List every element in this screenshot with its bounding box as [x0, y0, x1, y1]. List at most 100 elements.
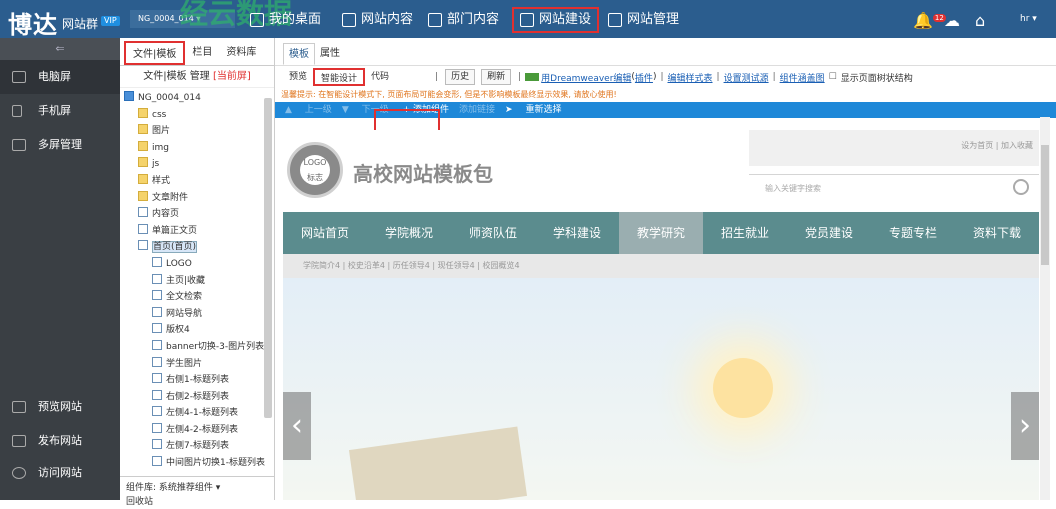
edit-icon: [342, 13, 356, 27]
tree-item[interactable]: 图片: [124, 123, 274, 140]
nav-site-manage[interactable]: 网站管理: [608, 7, 679, 33]
org-icon: [428, 13, 442, 27]
nav-site-build[interactable]: 网站建设: [512, 7, 600, 33]
tab-file-template[interactable]: 文件|模板: [124, 41, 186, 65]
page-icon: [152, 356, 162, 367]
sidebar-collapse[interactable]: ⇐: [0, 38, 120, 60]
tree-item[interactable]: banner切换-3-图片列表: [124, 339, 274, 356]
preview-nav-item[interactable]: 师资队伍: [451, 212, 535, 254]
preview-nav-item[interactable]: 学院概况: [367, 212, 451, 254]
tree-scrollbar[interactable]: [264, 98, 272, 418]
preview-nav-item[interactable]: 招生就业: [703, 212, 787, 254]
tree-item[interactable]: 右侧2-标题列表: [124, 389, 274, 406]
phone-icon: [12, 105, 22, 117]
cloud-icon[interactable]: ☁: [944, 11, 960, 30]
tree-item[interactable]: 内容页: [124, 206, 274, 223]
history-button[interactable]: 历史: [445, 69, 476, 85]
school-logo: LOGO 标志: [287, 142, 343, 198]
prev-level[interactable]: ▲ 上一级: [285, 102, 332, 118]
tree-item[interactable]: LOGO: [124, 256, 274, 273]
tree-item[interactable]: 单篇正文页: [124, 223, 274, 240]
tree-item[interactable]: 左侧4-2-标题列表: [124, 422, 274, 439]
tree-item[interactable]: 学生图片: [124, 356, 274, 373]
dreamweaver-link[interactable]: 用Dreamweaver编辑: [541, 71, 631, 84]
sidebar-item-publish[interactable]: 发布网站: [0, 424, 120, 458]
sidebar-item-mobile[interactable]: 手机屏: [0, 94, 120, 128]
page-icon: [152, 422, 162, 433]
nav-content[interactable]: 网站内容: [342, 7, 413, 33]
preview-nav-item[interactable]: 资料下载: [955, 212, 1039, 254]
page-icon: [152, 306, 162, 317]
sidebar-item-multi[interactable]: 多屏管理: [0, 128, 120, 162]
plugin-link[interactable]: 插件: [635, 71, 653, 84]
page-icon: [152, 323, 162, 334]
map-link[interactable]: 组件涵盖图: [780, 71, 825, 84]
page-icon: [152, 456, 162, 467]
monitor-icon: [124, 91, 134, 101]
banner-next-icon[interactable]: ›: [1011, 392, 1039, 460]
test-env-link[interactable]: 设置测试源: [724, 71, 769, 84]
preview-mode[interactable]: 预览: [283, 68, 313, 86]
tree-item[interactable]: 中间图片切换1-标题列表: [124, 455, 274, 472]
folder-icon: [138, 107, 148, 118]
preview-nav-item[interactable]: 党员建设: [787, 212, 871, 254]
search-icon[interactable]: [1013, 179, 1029, 195]
page-icon: [152, 290, 162, 301]
page-icon: [152, 389, 162, 400]
tab-column[interactable]: 栏目: [185, 41, 219, 65]
sidebar-item-visit[interactable]: 访问网站: [0, 456, 120, 490]
preview-nav-item[interactable]: 学科建设: [535, 212, 619, 254]
preview-nav-item[interactable]: 教学研究: [619, 212, 703, 254]
tree-item[interactable]: img: [124, 140, 274, 157]
tree-item[interactable]: 右侧1-标题列表: [124, 372, 274, 389]
page-icon: [152, 273, 162, 284]
tree-item[interactable]: css: [124, 107, 274, 124]
smart-design-mode[interactable]: 智能设计: [313, 68, 366, 86]
tree-item[interactable]: js: [124, 156, 274, 173]
nav-desktop[interactable]: 我的桌面: [250, 7, 321, 33]
component-library[interactable]: 组件库: 系统推荐组件 ▾ 回收站: [120, 476, 275, 507]
tree-item[interactable]: 左侧4-1-标题列表: [124, 405, 274, 422]
tree-item[interactable]: 左侧7-标题列表: [124, 438, 274, 455]
shirt-icon[interactable]: ⌂: [975, 11, 985, 30]
folder-icon: [138, 140, 148, 151]
tree-item[interactable]: 网站导航: [124, 306, 274, 323]
tree-item[interactable]: 样式: [124, 173, 274, 190]
tree-item[interactable]: NG_0004_014: [124, 90, 274, 107]
reselect-button[interactable]: ➤ 重新选择: [505, 102, 561, 118]
folder-icon: [138, 124, 148, 135]
top-links[interactable]: 设为首页 | 加入收藏: [961, 140, 1033, 151]
sidebar-item-pc[interactable]: 电脑屏: [0, 60, 120, 94]
refresh-button[interactable]: 刷新: [481, 69, 512, 85]
editor-scrollbar[interactable]: [1040, 117, 1050, 500]
show-tree-checkbox[interactable]: 显示页面树状结构: [841, 71, 913, 84]
preview-nav-item[interactable]: 专题专栏: [871, 212, 955, 254]
bell-icon[interactable]: 🔔 12: [913, 11, 946, 30]
preview-nav-item[interactable]: 网站首页: [283, 212, 367, 254]
vip-badge: VIP: [101, 16, 120, 26]
folder-icon: [138, 190, 148, 201]
file-tree-panel: 文件|模板 栏目 资料库 文件|模板 管理 [当前屏] NG_0004_014 c…: [120, 38, 275, 507]
tab-attributes[interactable]: 属性: [315, 43, 345, 65]
sidebar-item-preview[interactable]: 预览网站: [0, 390, 120, 424]
banner-prev-icon[interactable]: ‹: [283, 392, 311, 460]
preview-search[interactable]: 输入关键字搜索: [749, 174, 1039, 202]
edit-style-link[interactable]: 编辑样式表: [668, 71, 713, 84]
tree-item[interactable]: 文章附件: [124, 190, 274, 207]
tree-item[interactable]: 主页|收藏: [124, 273, 274, 290]
tree-item[interactable]: 版权4: [124, 322, 274, 339]
tree-item[interactable]: 全文检索: [124, 289, 274, 306]
folder-icon: [138, 157, 148, 168]
user-menu[interactable]: hr ▾: [1020, 14, 1037, 24]
publish-icon: [12, 435, 26, 447]
page-icon: [138, 207, 148, 218]
tab-library[interactable]: 资料库: [219, 41, 263, 65]
add-link-button[interactable]: 添加链接: [459, 102, 495, 118]
tree-item[interactable]: 首页(首页): [124, 239, 274, 256]
code-mode[interactable]: 代码: [365, 68, 395, 86]
nav-dept[interactable]: 部门内容: [428, 7, 499, 33]
brand-logo: 博达: [8, 10, 58, 39]
tab-template[interactable]: 模板: [283, 43, 315, 65]
page-icon: [152, 373, 162, 384]
page-icon: [152, 256, 162, 267]
